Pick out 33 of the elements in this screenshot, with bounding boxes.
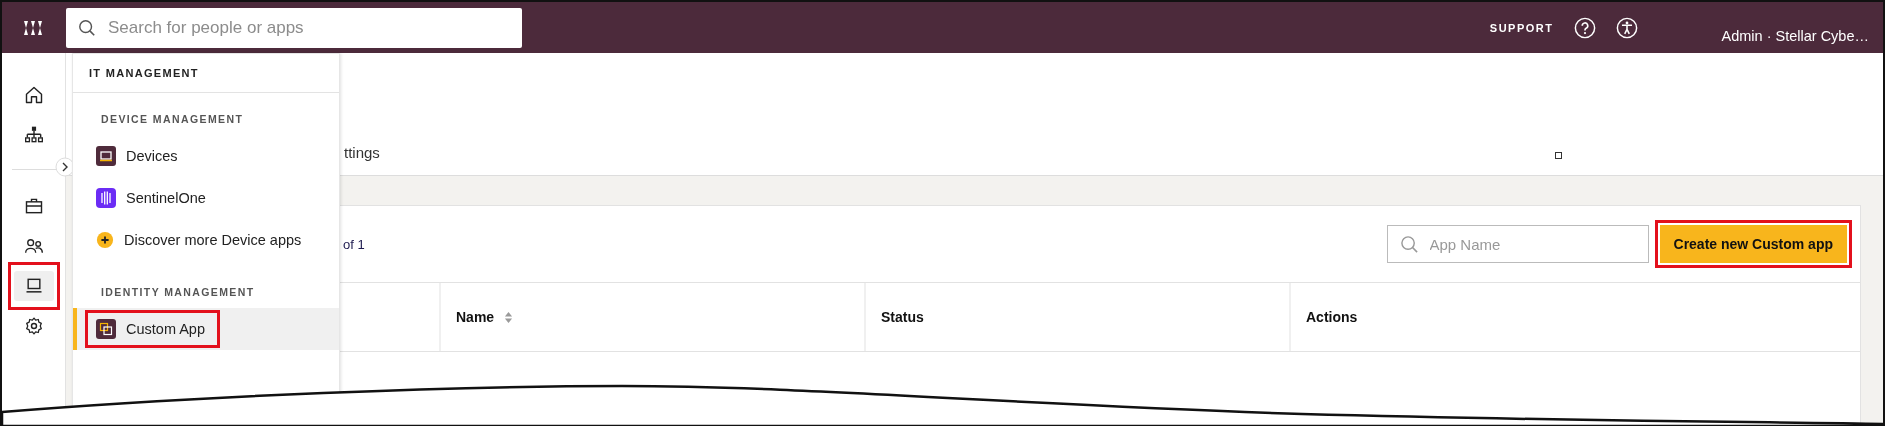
people-icon [23, 236, 44, 256]
settings-icon [23, 316, 44, 336]
column-header[interactable]: Name [456, 309, 495, 325]
section-heading: DEVICE MANAGEMENT [100, 112, 245, 127]
create-button[interactable]: Create new Custom app [1659, 225, 1847, 263]
section-heading: IDENTITY MANAGEMENT [100, 285, 256, 300]
menu-item[interactable]: Custom App [85, 310, 220, 348]
column-header[interactable]: Actions [1306, 309, 1358, 325]
sidebar-button[interactable] [13, 271, 54, 301]
column-header[interactable]: Status [881, 309, 924, 325]
app-logo-icon [96, 188, 116, 208]
laptop-icon [96, 146, 116, 166]
accessibility-icon[interactable] [1615, 16, 1638, 39]
support-link[interactable]: SUPPORT [1489, 21, 1554, 34]
account-name[interactable]: Admin · Stellar Cybe… [1721, 27, 1869, 44]
copy-icon [96, 319, 116, 339]
search-field[interactable]: App Name [1386, 225, 1649, 263]
search-icon [1399, 235, 1419, 254]
search-field[interactable]: Search for people or apps [66, 7, 522, 48]
sort-icon[interactable] [504, 310, 514, 324]
pagination-text: of 1 [343, 236, 365, 252]
menu-item[interactable]: Discover more Device apps [85, 222, 317, 258]
org-chart-icon [23, 125, 44, 145]
help-icon[interactable] [1573, 16, 1596, 39]
square-icon [1554, 152, 1562, 159]
search-icon [78, 18, 96, 37]
menu-item[interactable]: SentinelOne [85, 179, 221, 217]
plus-icon [96, 231, 114, 249]
tab[interactable]: ttings [344, 144, 380, 161]
briefcase-icon [23, 196, 44, 216]
home-icon [23, 85, 44, 105]
menu-title: IT MANAGEMENT [73, 54, 339, 93]
menu-item[interactable]: Devices [85, 137, 193, 175]
